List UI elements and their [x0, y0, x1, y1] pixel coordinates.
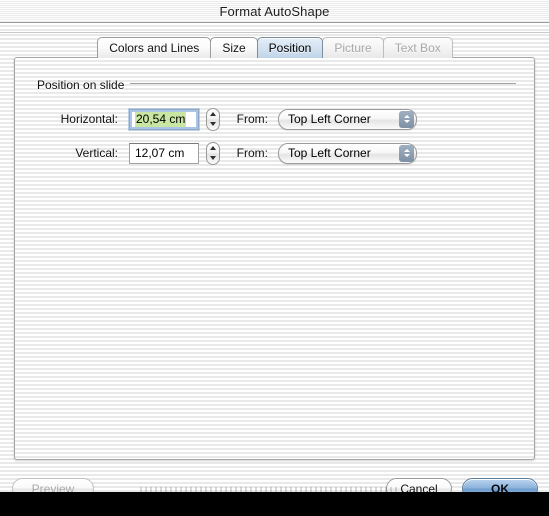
chevron-down-icon	[403, 154, 410, 157]
vertical-stepper[interactable]	[206, 141, 220, 165]
horizontal-from-value: Top Left Corner	[288, 112, 371, 126]
tab-position[interactable]: Position	[256, 37, 324, 58]
horizontal-value: 20,54 cm	[135, 111, 187, 127]
horizontal-input[interactable]: 20,54 cm	[129, 108, 199, 130]
stepper-down-icon[interactable]	[210, 156, 216, 161]
format-autoshape-dialog: Format AutoShape Colors and Lines Size P…	[0, 0, 549, 516]
chevron-updown-icon[interactable]	[399, 144, 414, 162]
chevron-updown-icon[interactable]	[399, 110, 414, 128]
tab-text-box: Text Box	[382, 37, 453, 58]
position-panel: Position on slide Horizontal: 20,54 cm F…	[14, 57, 535, 460]
chevron-down-icon	[403, 120, 410, 123]
stepper-up-icon[interactable]	[210, 145, 216, 150]
vertical-from-select[interactable]: Top Left Corner	[278, 142, 417, 164]
stepper-up-icon[interactable]	[210, 111, 216, 116]
horizontal-from-label: From:	[236, 112, 268, 126]
vertical-label: Vertical:	[75, 146, 118, 160]
group-header: Position on slide	[37, 78, 516, 92]
chevron-up-icon	[403, 115, 410, 118]
vertical-from-value: Top Left Corner	[288, 146, 371, 160]
group-separator	[130, 83, 516, 87]
vertical-input[interactable]: 12,07 cm	[129, 142, 199, 164]
tab-colors-and-lines[interactable]: Colors and Lines	[97, 37, 212, 58]
tab-picture: Picture	[322, 37, 384, 58]
window-title: Format AutoShape	[219, 3, 330, 19]
tab-label: Text Box	[394, 41, 441, 55]
title-bar[interactable]: Format AutoShape	[0, 0, 549, 23]
position-fields: Horizontal: 20,54 cm From: Top Left Corn…	[37, 106, 516, 166]
tab-label: Size	[222, 41, 246, 55]
tab-bar: Colors and Lines Size Position Picture T…	[0, 36, 549, 58]
tab-label: Colors and Lines	[109, 41, 200, 55]
horizontal-from-select[interactable]: Top Left Corner	[278, 108, 417, 130]
horizontal-row: Horizontal: 20,54 cm From: Top Left Corn…	[37, 106, 516, 132]
stepper-down-icon[interactable]	[210, 122, 216, 127]
tab-label: Position	[268, 41, 312, 55]
vertical-row: Vertical: 12,07 cm From: Top Left Corner	[37, 140, 516, 166]
cropped-black-band	[0, 492, 549, 516]
horizontal-label: Horizontal:	[60, 112, 118, 126]
position-on-slide-group: Position on slide Horizontal: 20,54 cm F…	[37, 78, 516, 174]
chevron-up-icon	[403, 149, 410, 152]
tab-label: Picture	[334, 41, 372, 55]
horizontal-stepper[interactable]	[206, 107, 220, 131]
group-label: Position on slide	[37, 78, 125, 92]
vertical-from-label: From:	[236, 146, 268, 160]
vertical-value: 12,07 cm	[135, 146, 185, 160]
tab-size[interactable]: Size	[210, 37, 258, 58]
titlebar-divider	[0, 23, 549, 33]
